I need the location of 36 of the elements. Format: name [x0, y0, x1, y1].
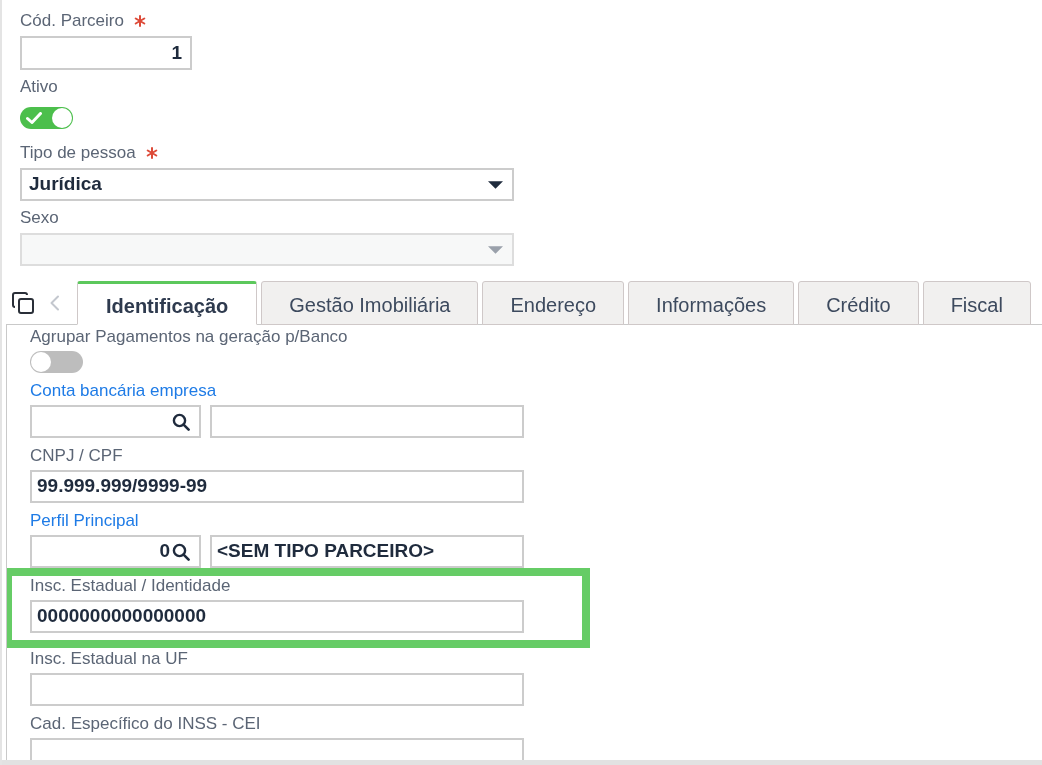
chevron-left-icon[interactable] [49, 295, 60, 311]
field-link[interactable]: Perfil Principal [30, 511, 139, 531]
field-label: Insc. Estadual na UF [30, 649, 188, 669]
toggle-switch[interactable] [20, 107, 73, 129]
field-link[interactable]: Conta bancária empresa [30, 381, 217, 401]
tab[interactable]: Identificação [77, 281, 258, 325]
horizontal-scrollbar[interactable] [2, 760, 1042, 765]
field-label: Cad. Específico do INSS - CEI [30, 714, 261, 734]
tab[interactable]: Crédito [798, 281, 919, 325]
field-label: CNPJ / CPF [30, 446, 123, 466]
tab[interactable]: Endereço [482, 281, 625, 325]
field-label: Ativo [20, 77, 58, 97]
tab[interactable]: Informações [628, 281, 795, 325]
search-icon[interactable] [172, 412, 190, 431]
copy-icon[interactable] [12, 292, 34, 314]
tab[interactable]: Fiscal [922, 281, 1031, 325]
field-label: Agrupar Pagamentos na geração p/Banco [30, 327, 348, 347]
description-field[interactable]: <SEM TIPO PARCEIRO> [210, 535, 524, 568]
description-field[interactable] [210, 405, 524, 438]
caret-down-icon [488, 180, 503, 189]
code-field[interactable] [30, 405, 201, 438]
field-label: Insc. Estadual / Identidade [30, 576, 231, 596]
input-field[interactable]: 1 [20, 36, 192, 70]
toggle-switch[interactable] [30, 351, 83, 373]
input-field[interactable]: 99.999.999/9999-99 [30, 470, 524, 503]
dropdown[interactable]: Jurídica [20, 168, 514, 201]
search-icon[interactable] [172, 542, 190, 561]
field-label: Cód. Parceiro [20, 11, 124, 31]
field-label: Sexo [20, 208, 59, 228]
code-field[interactable]: 0 [30, 535, 201, 568]
input-field[interactable]: 0000000000000000 [30, 600, 524, 633]
caret-down-icon [488, 245, 503, 254]
input-field[interactable] [30, 673, 524, 706]
field-label: Tipo de pessoa [20, 143, 136, 163]
check-icon [26, 112, 42, 124]
tab[interactable]: Gestão Imobiliária [261, 281, 479, 325]
